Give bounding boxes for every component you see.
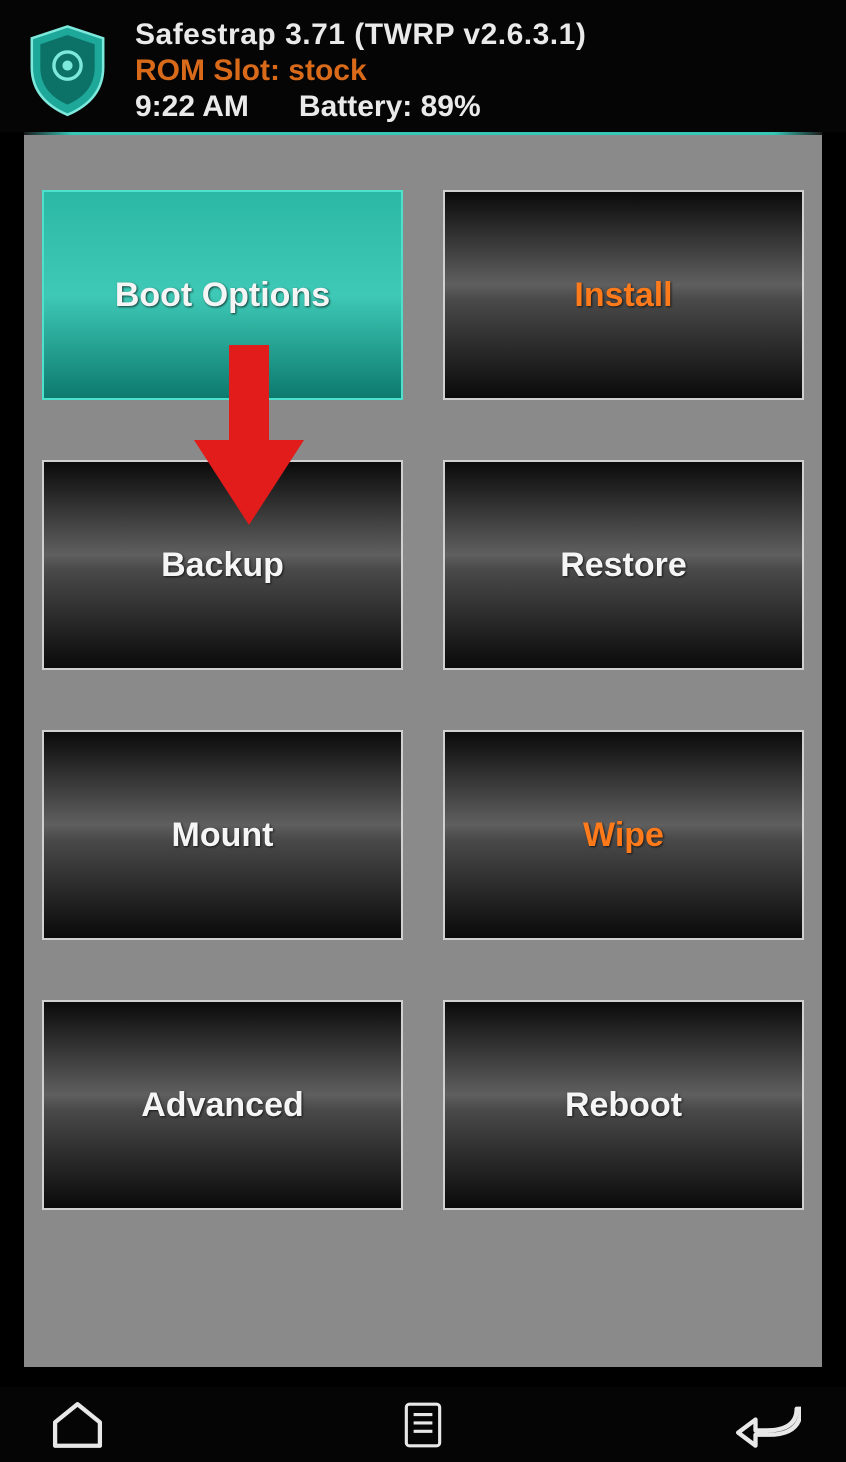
mount-button[interactable]: Mount [42, 730, 403, 940]
battery-label: Battery: 89% [299, 90, 481, 124]
install-label: Install [574, 276, 672, 315]
advanced-label: Advanced [141, 1086, 304, 1125]
backup-button[interactable]: Backup [42, 460, 403, 670]
install-button[interactable]: Install [443, 190, 804, 400]
shield-icon [25, 24, 110, 119]
back-icon[interactable] [736, 1397, 801, 1452]
main-menu-grid: Boot Options Install Backup Restore Moun… [24, 135, 822, 1367]
advanced-button[interactable]: Advanced [42, 1000, 403, 1210]
reboot-button[interactable]: Reboot [443, 1000, 804, 1210]
boot-options-button[interactable]: Boot Options [42, 190, 403, 400]
boot-options-label: Boot Options [115, 276, 330, 315]
rom-slot-label: ROM Slot: stock [135, 54, 826, 88]
bottom-nav-bar [0, 1387, 846, 1462]
backup-label: Backup [161, 546, 284, 585]
log-icon[interactable] [391, 1397, 456, 1452]
restore-button[interactable]: Restore [443, 460, 804, 670]
home-icon[interactable] [45, 1397, 110, 1452]
header-bar: Safestrap 3.71 (TWRP v2.6.3.1) ROM Slot:… [0, 0, 846, 132]
header-text-block: Safestrap 3.71 (TWRP v2.6.3.1) ROM Slot:… [135, 18, 826, 124]
reboot-label: Reboot [565, 1086, 682, 1125]
time-label: 9:22 AM [135, 90, 249, 124]
restore-label: Restore [560, 546, 687, 585]
wipe-button[interactable]: Wipe [443, 730, 804, 940]
mount-label: Mount [172, 816, 274, 855]
wipe-label: Wipe [583, 816, 664, 855]
app-title: Safestrap 3.71 (TWRP v2.6.3.1) [135, 18, 826, 52]
status-line: 9:22 AM Battery: 89% [135, 90, 826, 124]
